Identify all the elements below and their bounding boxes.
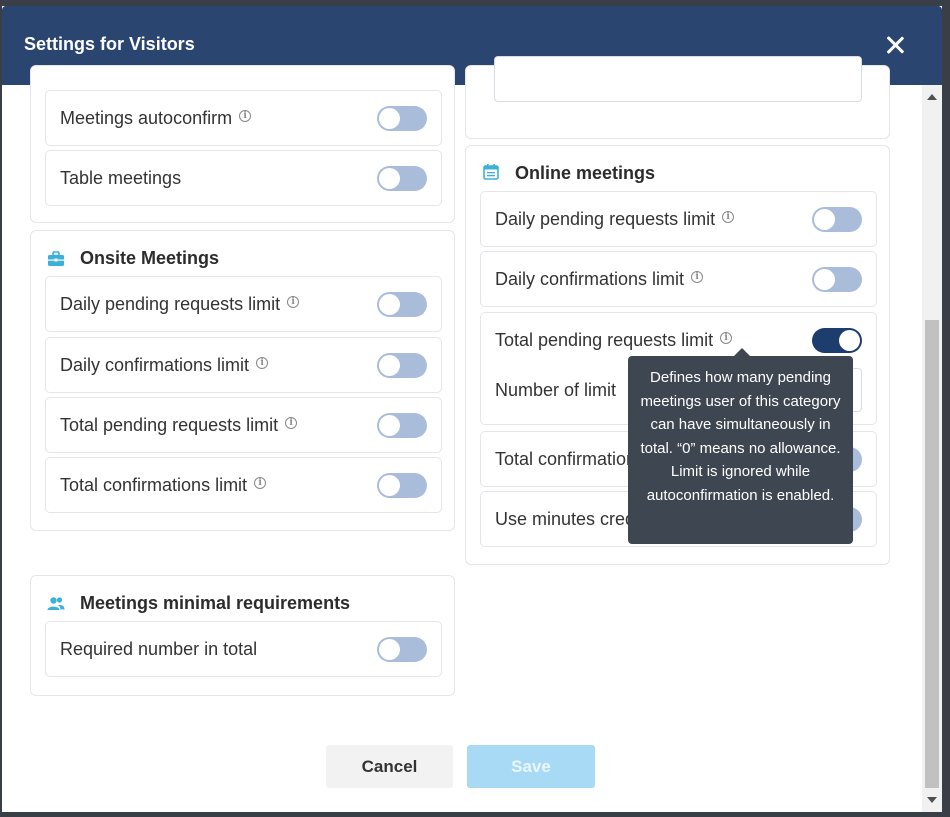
right-top-panel [465, 56, 890, 139]
row-total-confirmations-limit: Total confirmations limit i [45, 457, 442, 513]
info-tooltip: Defines how many pending meetings user o… [628, 348, 853, 544]
section-title: Meetings minimal requirements [80, 593, 351, 613]
row-total-pending-requests-limit: Total pending requests limit i [45, 397, 442, 453]
users-icon [47, 597, 65, 610]
toggle-switch[interactable] [812, 328, 862, 353]
toggle-switch[interactable] [377, 637, 427, 662]
vertical-scrollbar[interactable] [922, 85, 942, 812]
row-label: Daily pending requests limit [60, 294, 281, 314]
info-icon[interactable]: i [239, 110, 252, 123]
info-icon[interactable]: i [722, 211, 735, 224]
toggle-switch[interactable] [377, 292, 427, 317]
requirements-panel: Meetings minimal requirements Required n… [30, 575, 455, 696]
scrollbar-thumb[interactable] [925, 320, 939, 788]
toggle-switch[interactable] [377, 473, 427, 498]
row-daily-confirmations-limit: Daily confirmations limit i [480, 251, 877, 307]
row-meetings-autoconfirm: Meetings autoconfirm i [45, 90, 442, 146]
row-required-number-in-total: Required number in total [45, 621, 442, 677]
general-panel: Meetings autoconfirm i Table meetings [30, 65, 455, 223]
row-table-meetings: Table meetings [45, 150, 442, 206]
section-title: Online meetings [515, 163, 656, 183]
info-icon[interactable]: i [285, 417, 298, 430]
info-icon[interactable]: i [256, 357, 269, 370]
row-label: Daily confirmations limit [495, 269, 685, 289]
row-label: Daily confirmations limit [60, 355, 250, 375]
text-input[interactable] [494, 56, 862, 102]
info-icon[interactable]: i [691, 271, 704, 284]
toggle-switch[interactable] [377, 106, 427, 131]
briefcase-icon [48, 251, 64, 266]
number-of-limit-label: Number of limit [495, 380, 617, 400]
row-label: Total pending requests limit [60, 415, 279, 435]
cancel-button[interactable]: Cancel [326, 745, 453, 788]
scroll-down-arrow-icon[interactable] [927, 797, 937, 803]
info-icon[interactable]: i [254, 477, 267, 490]
section-title: Onsite Meetings [80, 248, 220, 268]
row-label: Daily pending requests limit [495, 209, 716, 229]
toggle-switch[interactable] [377, 413, 427, 438]
row-label: Total confirmation [495, 449, 637, 469]
row-label: Meetings autoconfirm [60, 108, 233, 128]
close-button[interactable] [882, 32, 908, 58]
toggle-switch[interactable] [377, 353, 427, 378]
row-daily-pending-requests-limit: Daily pending requests limit i [480, 191, 877, 247]
toggle-switch[interactable] [377, 166, 427, 191]
row-label: Required number in total [60, 639, 258, 659]
settings-modal: Settings for Visitors Meetings autoconfi… [2, 6, 942, 812]
row-label: Total pending requests limit [495, 330, 714, 350]
row-label: Table meetings [60, 168, 182, 188]
modal-body: Meetings autoconfirm i Table meetings Ons… [2, 56, 942, 812]
row-label: Total confirmations limit [60, 475, 248, 495]
save-button[interactable]: Save [467, 745, 595, 788]
row-daily-pending-requests-limit: Daily pending requests limit i [45, 276, 442, 332]
row-label: Use minutes credit [495, 509, 645, 529]
modal-title: Settings for Visitors [24, 34, 195, 54]
onsite-meetings-panel: Onsite Meetings Daily pending requests l… [30, 230, 455, 531]
row-daily-confirmations-limit: Daily confirmations limit i [45, 337, 442, 393]
info-icon[interactable]: i [720, 332, 733, 345]
calendar-icon [483, 164, 499, 180]
toggle-switch[interactable] [812, 267, 862, 292]
scroll-up-arrow-icon[interactable] [927, 94, 937, 100]
toggle-switch[interactable] [812, 207, 862, 232]
info-icon[interactable]: i [287, 296, 300, 309]
